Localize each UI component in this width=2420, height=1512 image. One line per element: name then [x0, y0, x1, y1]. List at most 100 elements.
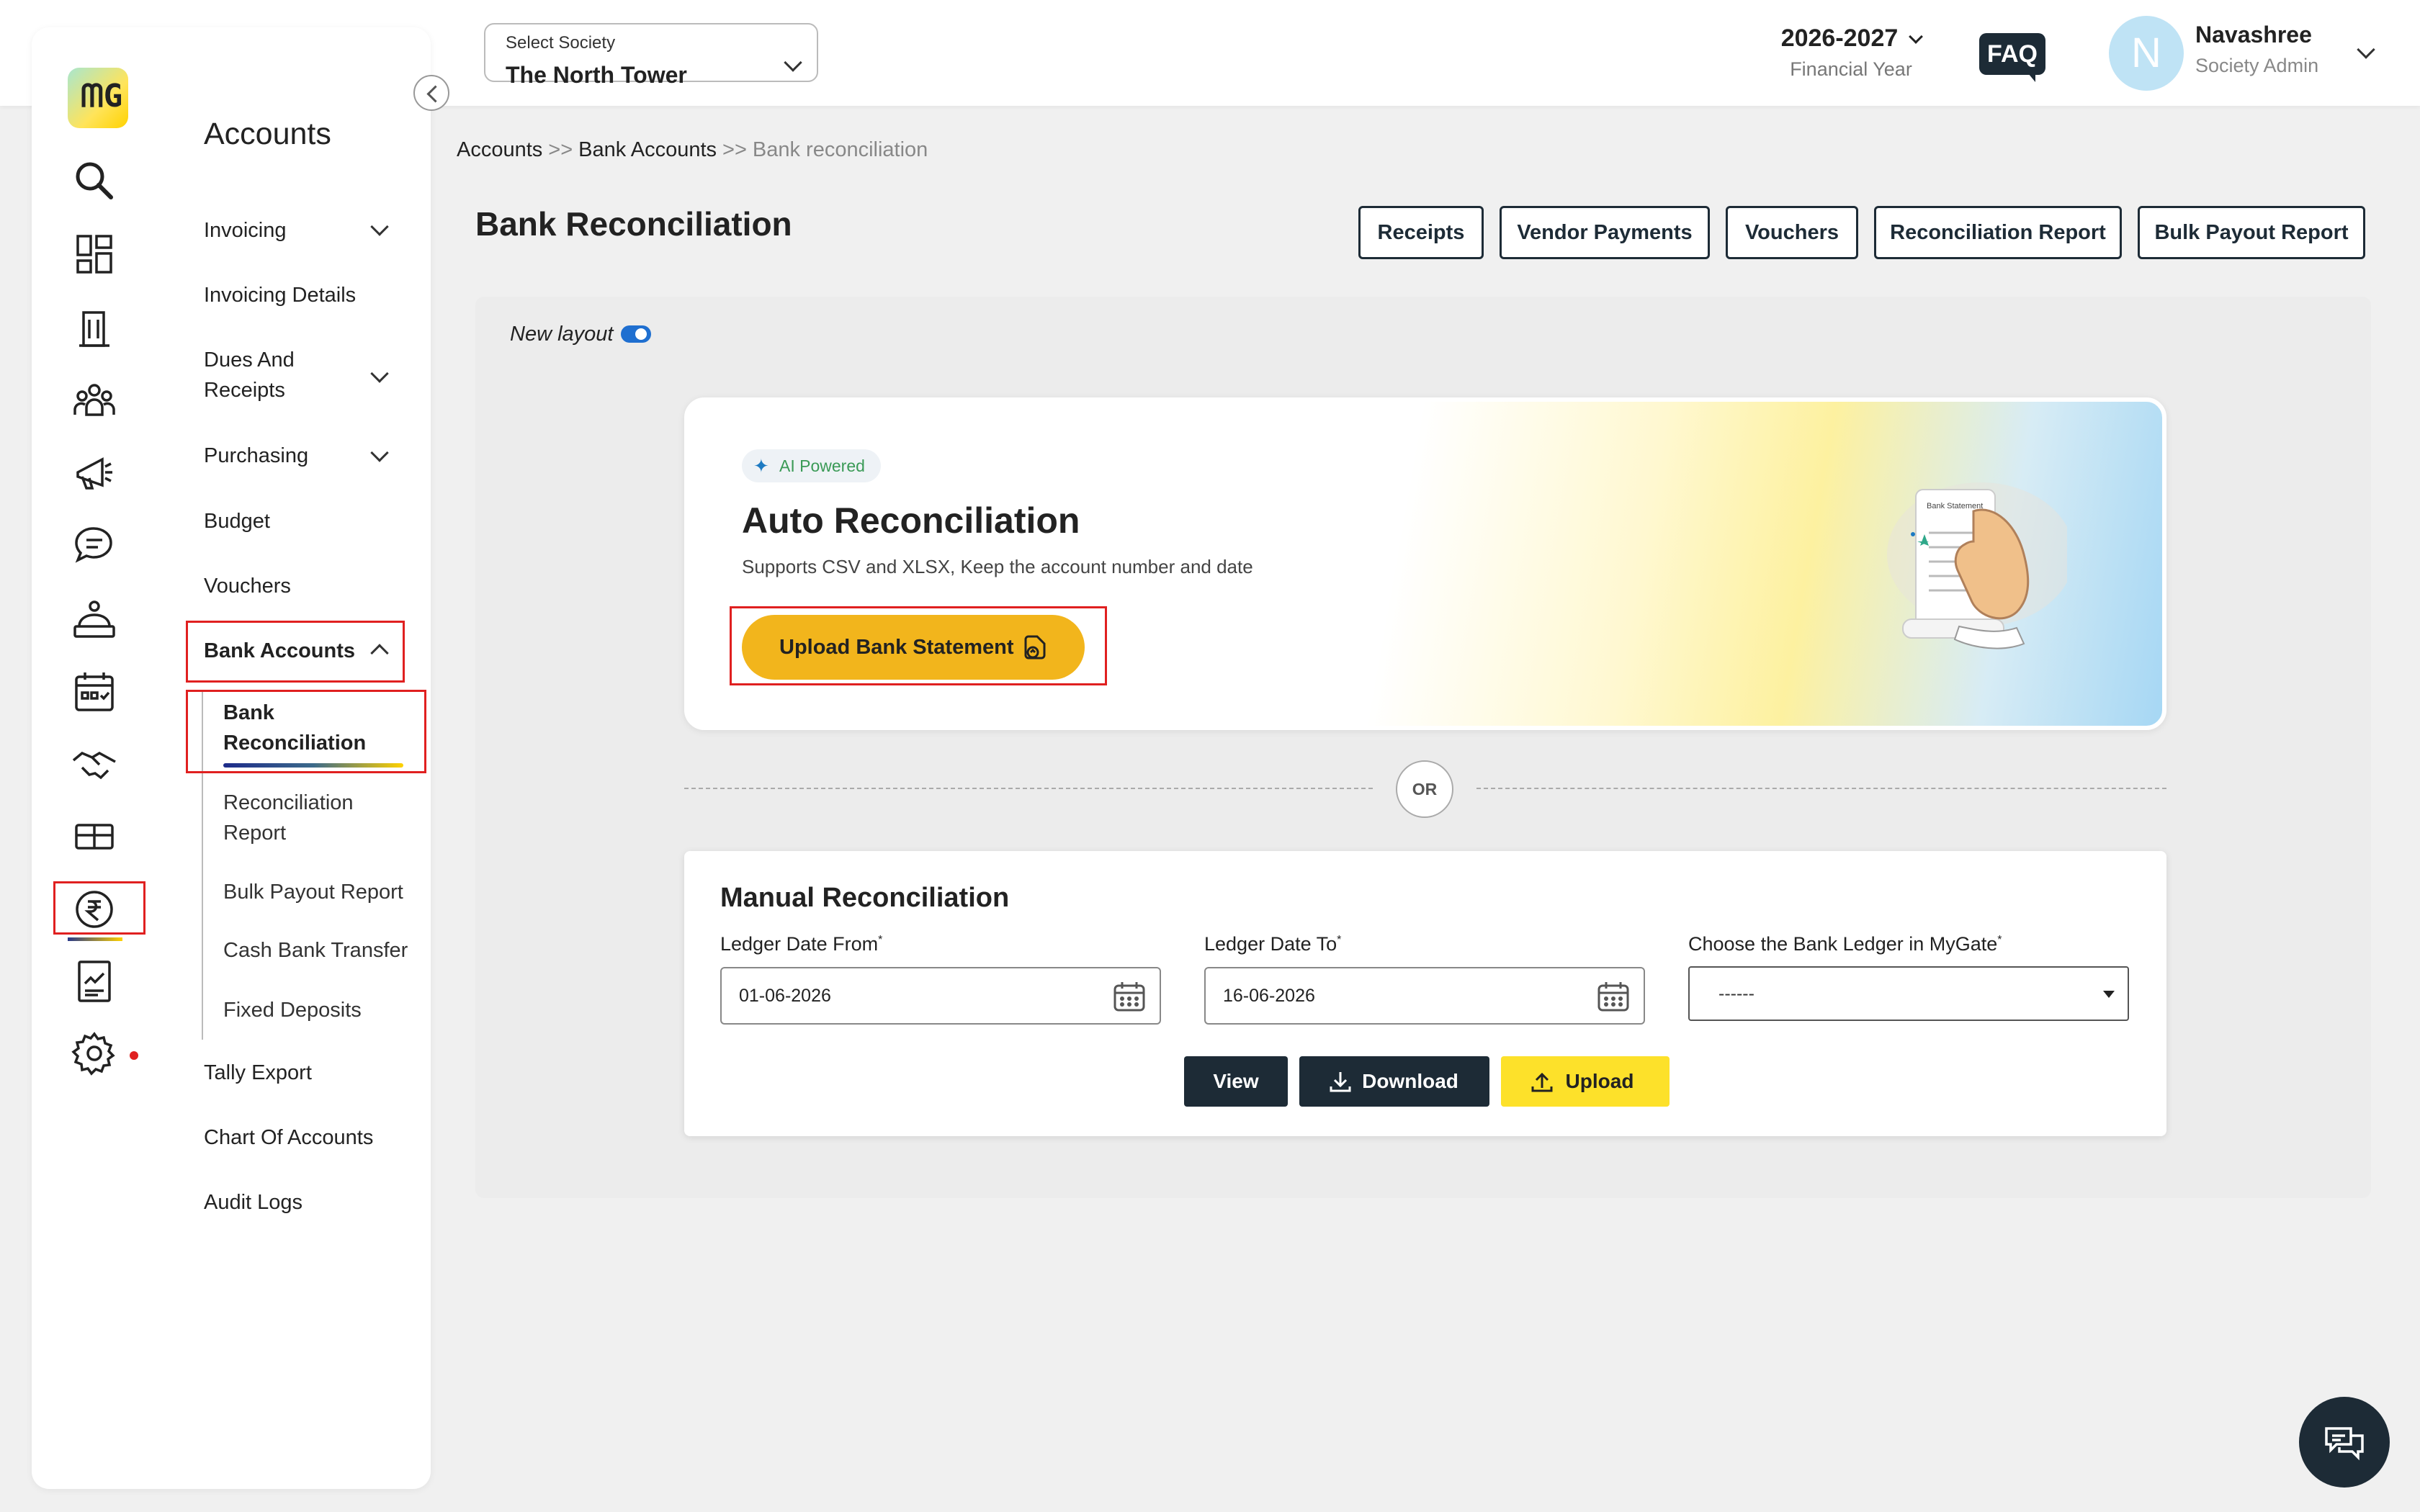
sidebar-subitem-bulk-payout-report[interactable]: Bulk Payout Report	[223, 877, 403, 907]
sidebar-item-bank-accounts[interactable]: Bank Accounts	[204, 636, 355, 666]
new-layout-label: New layout	[510, 323, 614, 346]
sidebar-item-invoicing-details[interactable]: Invoicing Details	[204, 280, 356, 310]
active-item-underline	[223, 763, 403, 768]
breadcrumb-accounts[interactable]: Accounts	[457, 138, 542, 161]
chat-icon[interactable]	[69, 521, 120, 572]
chat-support-button[interactable]	[2299, 1397, 2390, 1488]
sparkle-icon: ✦	[753, 455, 769, 477]
view-button[interactable]: View	[1184, 1056, 1288, 1107]
calendar-icon[interactable]	[1112, 980, 1147, 1013]
required-mark: *	[1337, 934, 1342, 946]
breadcrumb-bank-accounts[interactable]: Bank Accounts	[578, 138, 717, 161]
ledger-date-to-field[interactable]: 16-06-2026	[1204, 967, 1645, 1025]
ledger-date-to-value: 16-06-2026	[1223, 986, 1315, 1006]
breadcrumb: Accounts >> Bank Accounts >> Bank reconcilia…	[457, 138, 928, 162]
or-divider-right	[1476, 788, 2166, 789]
faq-button[interactable]: FAQ	[1979, 33, 2045, 82]
caret-down-icon	[2103, 991, 2115, 998]
breadcrumb-current: Bank reconciliation	[752, 138, 928, 161]
dashboard-icon[interactable]	[69, 229, 120, 279]
sidebar-item-chart-of-accounts[interactable]: Chart Of Accounts	[204, 1122, 373, 1153]
breadcrumb-separator: >>	[548, 138, 573, 161]
calendar-icon[interactable]	[1596, 980, 1631, 1013]
or-label: OR	[1396, 760, 1453, 818]
sidebar-item-budget[interactable]: Budget	[204, 506, 270, 536]
auto-reconciliation-subtitle: Supports CSV and XLSX, Keep the account …	[742, 556, 1253, 577]
vouchers-button[interactable]: Vouchers	[1726, 206, 1858, 259]
society-select[interactable]: Select Society The North Tower	[484, 23, 818, 88]
bank-ledger-label-text: Choose the Bank Ledger in MyGate	[1688, 933, 1998, 955]
user-role: Society Admin	[2195, 55, 2319, 76]
user-menu-chevron-icon[interactable]	[2357, 40, 2375, 59]
ai-powered-label: AI Powered	[779, 456, 865, 475]
rail-active-indicator	[68, 937, 122, 941]
sidebar-item-tally-export[interactable]: Tally Export	[204, 1058, 312, 1088]
chevron-down-icon	[784, 53, 802, 72]
rupee-icon[interactable]	[69, 884, 120, 935]
bank-statement-illustration: Bank Statement	[1887, 482, 2067, 649]
or-divider-left	[684, 788, 1373, 789]
vendor-payments-button[interactable]: Vendor Payments	[1500, 206, 1710, 259]
required-mark: *	[1997, 934, 2002, 946]
sidebar-subitem-bank-reconciliation[interactable]: Bank Reconciliation	[223, 698, 382, 758]
sidebar-subitem-fixed-deposits[interactable]: Fixed Deposits	[223, 995, 362, 1025]
logo-text: ᗰG	[81, 78, 123, 114]
required-mark: *	[878, 934, 883, 946]
financial-year-selector[interactable]: 2026-2027 Financial Year	[1757, 24, 1945, 89]
bank-ledger-label: Choose the Bank Ledger in MyGate*	[1688, 933, 2002, 955]
ledger-date-to-label-text: Ledger Date To	[1204, 933, 1337, 955]
upload-button[interactable]: Upload	[1501, 1056, 1670, 1107]
announcement-icon[interactable]	[69, 448, 120, 498]
app-logo[interactable]: ᗰG	[68, 68, 128, 128]
upload-bank-statement-button[interactable]: Upload Bank Statement	[742, 615, 1085, 680]
download-label: Download	[1362, 1070, 1458, 1092]
sidebar-subitem-reconciliation-report[interactable]: Reconciliation Report	[223, 788, 396, 848]
helpdesk-icon[interactable]	[69, 595, 120, 645]
chevron-down-icon	[1909, 30, 1924, 44]
sidebar-item-audit-logs[interactable]: Audit Logs	[204, 1187, 302, 1218]
ledger-date-from-field[interactable]: 01-06-2026	[720, 967, 1161, 1025]
building-icon[interactable]	[69, 302, 120, 353]
ai-upload-icon	[1024, 635, 1046, 660]
calendar-icon[interactable]	[69, 667, 120, 717]
upload-icon	[1531, 1072, 1553, 1092]
ledger-date-from-label: Ledger Date From*	[720, 933, 882, 955]
receipts-button[interactable]: Receipts	[1358, 206, 1484, 259]
download-button[interactable]: Download	[1299, 1056, 1489, 1107]
society-select-value: The North Tower	[506, 62, 687, 88]
sidebar-title: Accounts	[204, 117, 331, 151]
bank-ledger-value: ------	[1718, 984, 1754, 1004]
financial-year-label: Financial Year	[1790, 58, 1912, 80]
reconciliation-report-button[interactable]: Reconciliation Report	[1874, 206, 2122, 259]
collapse-sidebar-button[interactable]	[413, 75, 449, 111]
ledger-date-to-label: Ledger Date To*	[1204, 933, 1341, 955]
handshake-icon[interactable]	[69, 739, 120, 789]
sidebar-item-dues-and-receipts[interactable]: Dues And Receipts	[204, 345, 333, 405]
community-icon[interactable]	[69, 374, 120, 425]
search-icon[interactable]	[69, 156, 120, 206]
upload-bank-statement-label: Upload Bank Statement	[779, 636, 1014, 659]
notification-dot	[130, 1051, 138, 1060]
page-title: Bank Reconciliation	[475, 205, 792, 243]
sidebar-subitem-cash-bank-transfer[interactable]: Cash Bank Transfer	[223, 935, 408, 966]
download-icon	[1330, 1072, 1351, 1092]
avatar[interactable]: N	[2109, 16, 2184, 91]
sidebar-item-invoicing[interactable]: Invoicing	[204, 215, 286, 246]
bulk-payout-report-button[interactable]: Bulk Payout Report	[2138, 206, 2365, 259]
user-name[interactable]: Navashree	[2195, 22, 2312, 48]
sidebar-item-purchasing[interactable]: Purchasing	[204, 441, 308, 471]
amenity-icon[interactable]	[69, 811, 120, 861]
settings-icon[interactable]	[69, 1028, 120, 1079]
ai-powered-badge: ✦ AI Powered	[742, 449, 881, 482]
new-layout-toggle[interactable]	[621, 325, 651, 343]
illustration-caption: Bank Statement	[1927, 502, 1983, 510]
breadcrumb-separator: >>	[722, 138, 747, 161]
sidebar-item-vouchers[interactable]: Vouchers	[204, 571, 291, 601]
reports-icon[interactable]	[69, 956, 120, 1007]
ledger-date-from-value: 01-06-2026	[739, 986, 831, 1006]
auto-reconciliation-title: Auto Reconciliation	[742, 500, 1080, 541]
manual-reconciliation-title: Manual Reconciliation	[720, 883, 1010, 913]
chat-bubbles-icon	[2325, 1427, 2364, 1461]
upload-label: Upload	[1565, 1070, 1634, 1092]
bank-ledger-select[interactable]: ------	[1688, 966, 2129, 1021]
